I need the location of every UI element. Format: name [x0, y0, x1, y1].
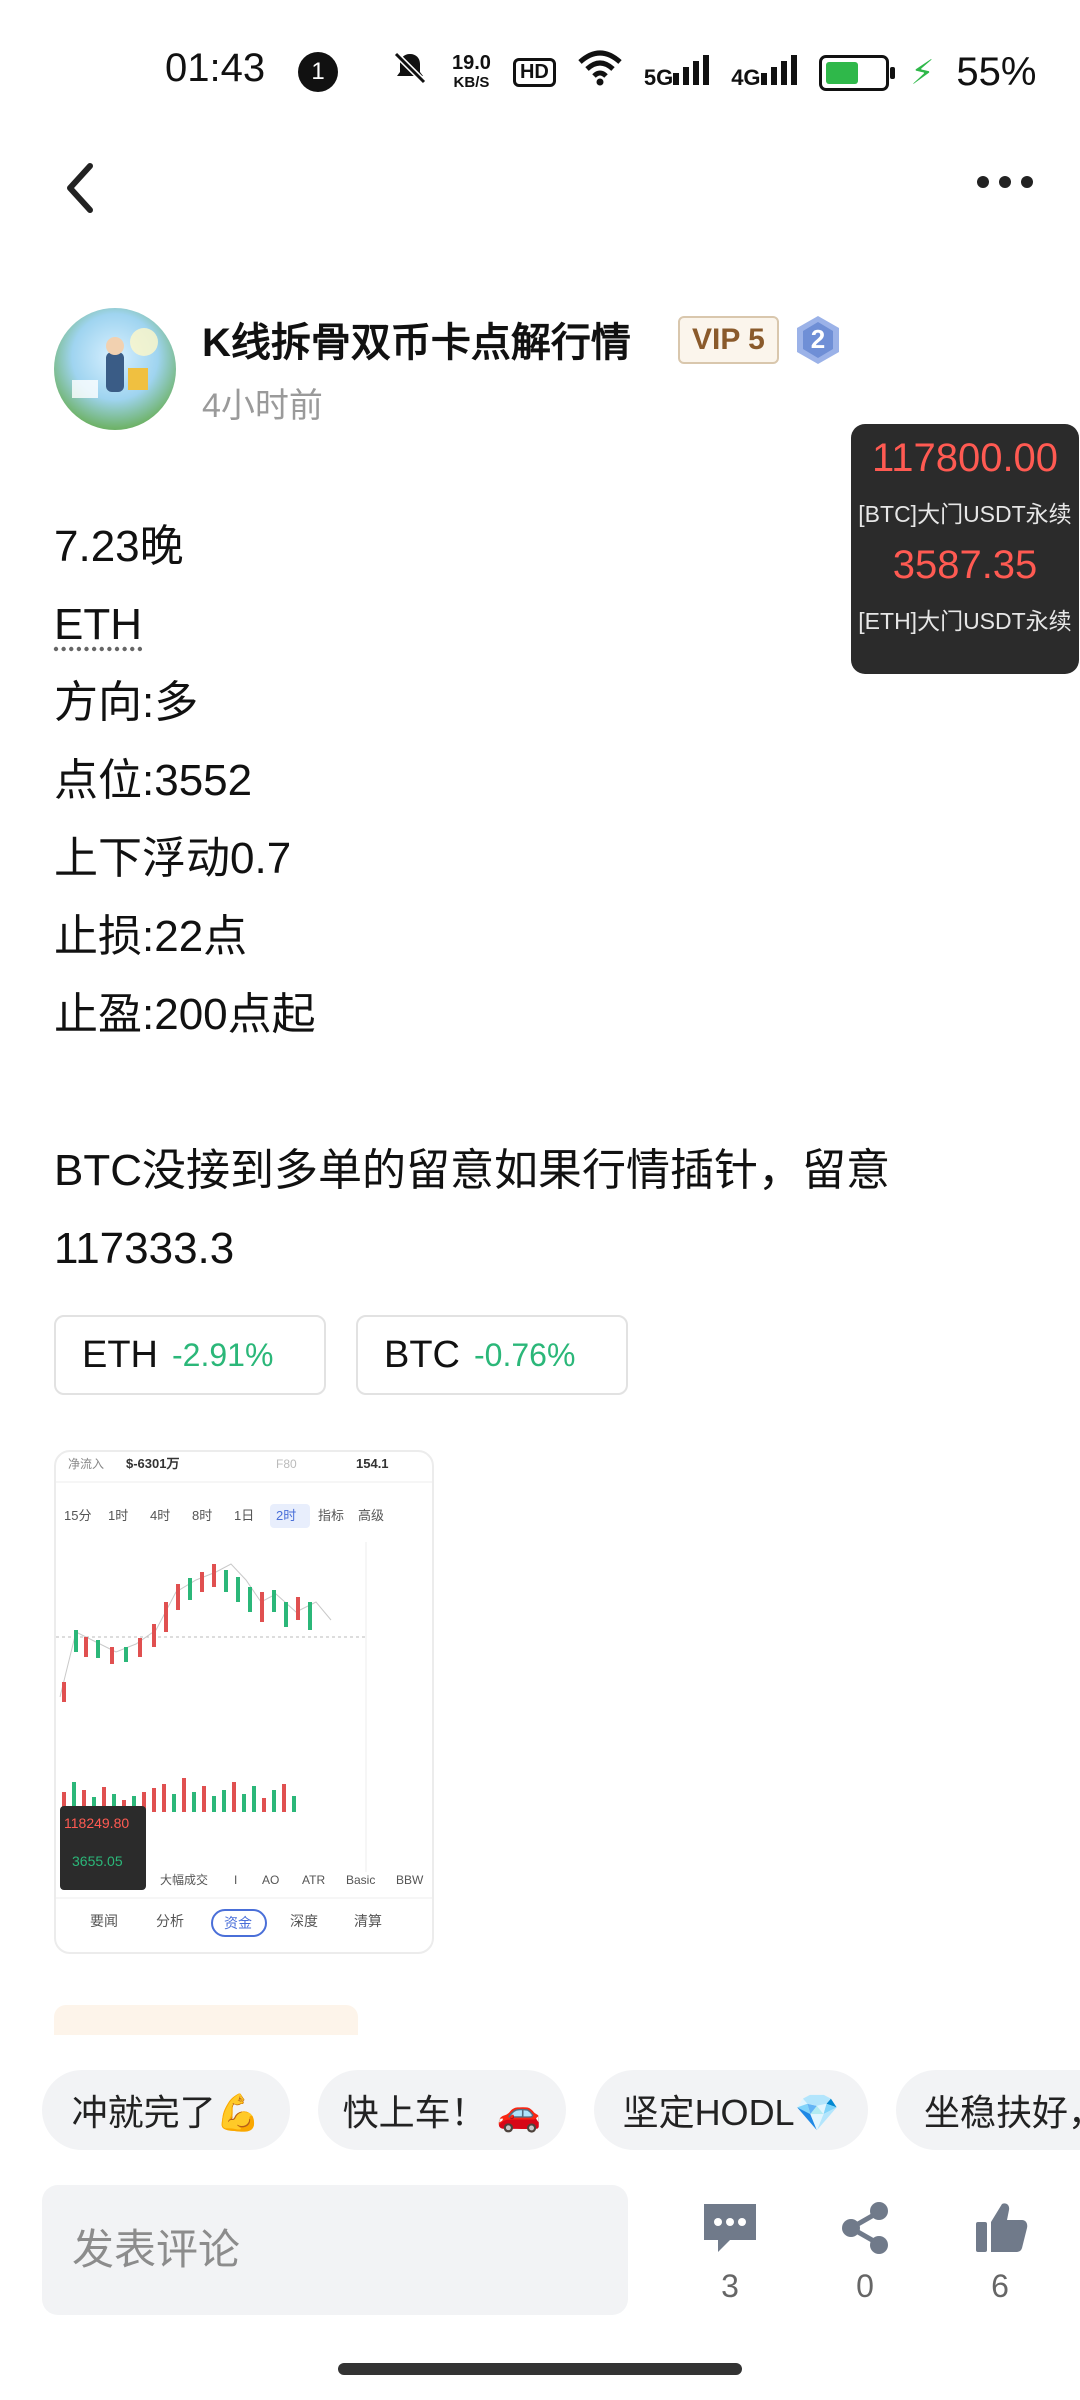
post-time: 4小时前 — [202, 387, 323, 425]
notification-badge: 1 — [298, 52, 338, 92]
back-button[interactable] — [58, 160, 106, 216]
thumbs-up-icon — [976, 2203, 1028, 2252]
comment-input[interactable]: 发表评论 — [42, 2185, 628, 2315]
hd-icon: HD — [512, 58, 556, 87]
status-bar: 01:43 1 19.0 KB/S HD 5G 4G ⚡ 55% — [0, 0, 1080, 145]
thumb-indicator: BBW — [396, 1873, 424, 1887]
thumb-tab: 深度 — [290, 1913, 318, 1929]
next-card-partial — [54, 2005, 358, 2035]
quick-reply-chip[interactable]: 坐稳扶好， — [896, 2070, 1080, 2150]
thumb-timeframe: 15分 — [64, 1508, 91, 1523]
thumb-flow-label: 净流入 — [68, 1457, 104, 1471]
more-button[interactable] — [975, 170, 1035, 194]
post-paragraph-line: 117333.3 — [54, 1224, 235, 1273]
author-name[interactable]: K线拆骨双币卡点解行情 — [202, 310, 631, 368]
chart-screenshot-image[interactable]: 净流入 $-6301万 F80 154.1 15分 1时 4时 8时 1日 2时… — [54, 1450, 434, 1954]
ticker-chip-btc[interactable]: BTC -0.76% — [356, 1315, 628, 1395]
thumb-indicator: 大幅成交 — [160, 1872, 208, 1887]
thumb-indicator: I — [234, 1873, 237, 1887]
signal-5g-icon: 5G — [644, 54, 710, 91]
thumb-timeframe: 8时 — [192, 1508, 212, 1523]
vip-badge: VIP 5 — [678, 316, 779, 364]
comment-bubble-icon — [704, 2204, 756, 2252]
status-time: 01:43 — [165, 46, 266, 90]
level-badge: 2 — [795, 314, 841, 366]
post-line-eth-link[interactable]: ETH — [54, 586, 1044, 664]
battery-icon — [818, 54, 895, 91]
post-content: 7.23晚 ETH 方向:多 点位:3552 上下浮动0.7 止损:22点 止盈… — [54, 508, 1044, 1288]
quick-reply-chip[interactable]: 冲就完了💪 — [42, 2070, 290, 2150]
thumb-mini-price1: 118249.80 — [64, 1815, 129, 1831]
mute-icon — [390, 48, 430, 97]
thumb-timeframe: 1时 — [108, 1508, 128, 1523]
thumb-timeframe-active: 2时 — [276, 1508, 296, 1523]
battery-percent: 55% — [956, 50, 1037, 94]
chevron-left-icon — [67, 163, 93, 213]
thumb-indicator: Basic — [346, 1873, 375, 1887]
post-line: 点位:3552 — [54, 756, 253, 805]
thumb-timeframe: 1日 — [234, 1508, 254, 1523]
thumb-timeframe: 指标 — [318, 1508, 344, 1523]
quick-reply-chip[interactable]: 坚定HODL💎 — [594, 2070, 868, 2150]
thumb-top-mid: F80 — [276, 1457, 297, 1471]
post-line: 止盈:200点起 — [54, 990, 316, 1039]
thumb-tab-active: 资金 — [224, 1915, 252, 1931]
thumb-flow-value: $-6301万 — [126, 1456, 179, 1471]
ticker-change: -2.91% — [172, 1336, 274, 1373]
shares-count: 0 — [856, 2268, 874, 2304]
signal-4g-icon: 4G — [731, 54, 797, 91]
thumb-timeframe: 高级 — [358, 1508, 384, 1523]
post-paragraph-line: BTC没接到多单的留意如果行情插针，留意 — [54, 1146, 890, 1195]
thumb-tab: 分析 — [156, 1913, 184, 1929]
post-line: 上下浮动0.7 — [54, 834, 292, 883]
author-avatar[interactable] — [54, 308, 176, 430]
btc-price: 117800.00 — [871, 436, 1059, 480]
ticker-chip-eth[interactable]: ETH -2.91% — [54, 1315, 326, 1395]
status-icons: 19.0 KB/S HD 5G 4G ⚡ 55% — [390, 48, 1036, 97]
thumb-top-right: 154.1 — [356, 1456, 389, 1471]
comments-count: 3 — [721, 2268, 739, 2304]
ticker-change: -0.76% — [474, 1336, 576, 1373]
more-dots-icon — [977, 176, 1033, 188]
post-line: 方向:多 — [54, 678, 199, 727]
thumb-timeframe: 4时 — [150, 1508, 170, 1523]
post-line: 止损:22点 — [54, 912, 248, 961]
comments-button[interactable]: 3 — [680, 2200, 780, 2305]
thumb-candles — [59, 1563, 332, 1702]
charging-bolt-icon: ⚡ — [910, 53, 935, 92]
quick-reply-chip[interactable]: 快上车！ 🚗 — [318, 2070, 566, 2150]
thumb-indicator: ATR — [302, 1873, 325, 1887]
ticker-symbol: BTC — [384, 1333, 460, 1376]
net-speed: 19.0 KB/S — [452, 51, 491, 91]
thumb-tab: 要闻 — [90, 1913, 118, 1929]
share-button[interactable]: 0 — [815, 2200, 915, 2305]
home-indicator[interactable] — [338, 2363, 742, 2375]
share-icon — [842, 2202, 888, 2254]
wifi-icon — [578, 50, 622, 95]
ticker-symbol: ETH — [82, 1333, 158, 1376]
thumb-tab: 清算 — [354, 1913, 382, 1929]
chart-thumbnail-graphic: 净流入 $-6301万 F80 154.1 15分 1时 4时 8时 1日 2时… — [56, 1456, 432, 1937]
thumb-mini-price2: 3655.05 — [72, 1853, 123, 1869]
like-button[interactable]: 6 — [950, 2200, 1050, 2305]
post-line: 7.23晚 — [54, 522, 184, 571]
likes-count: 6 — [991, 2268, 1009, 2304]
thumb-indicator: AO — [262, 1873, 279, 1887]
